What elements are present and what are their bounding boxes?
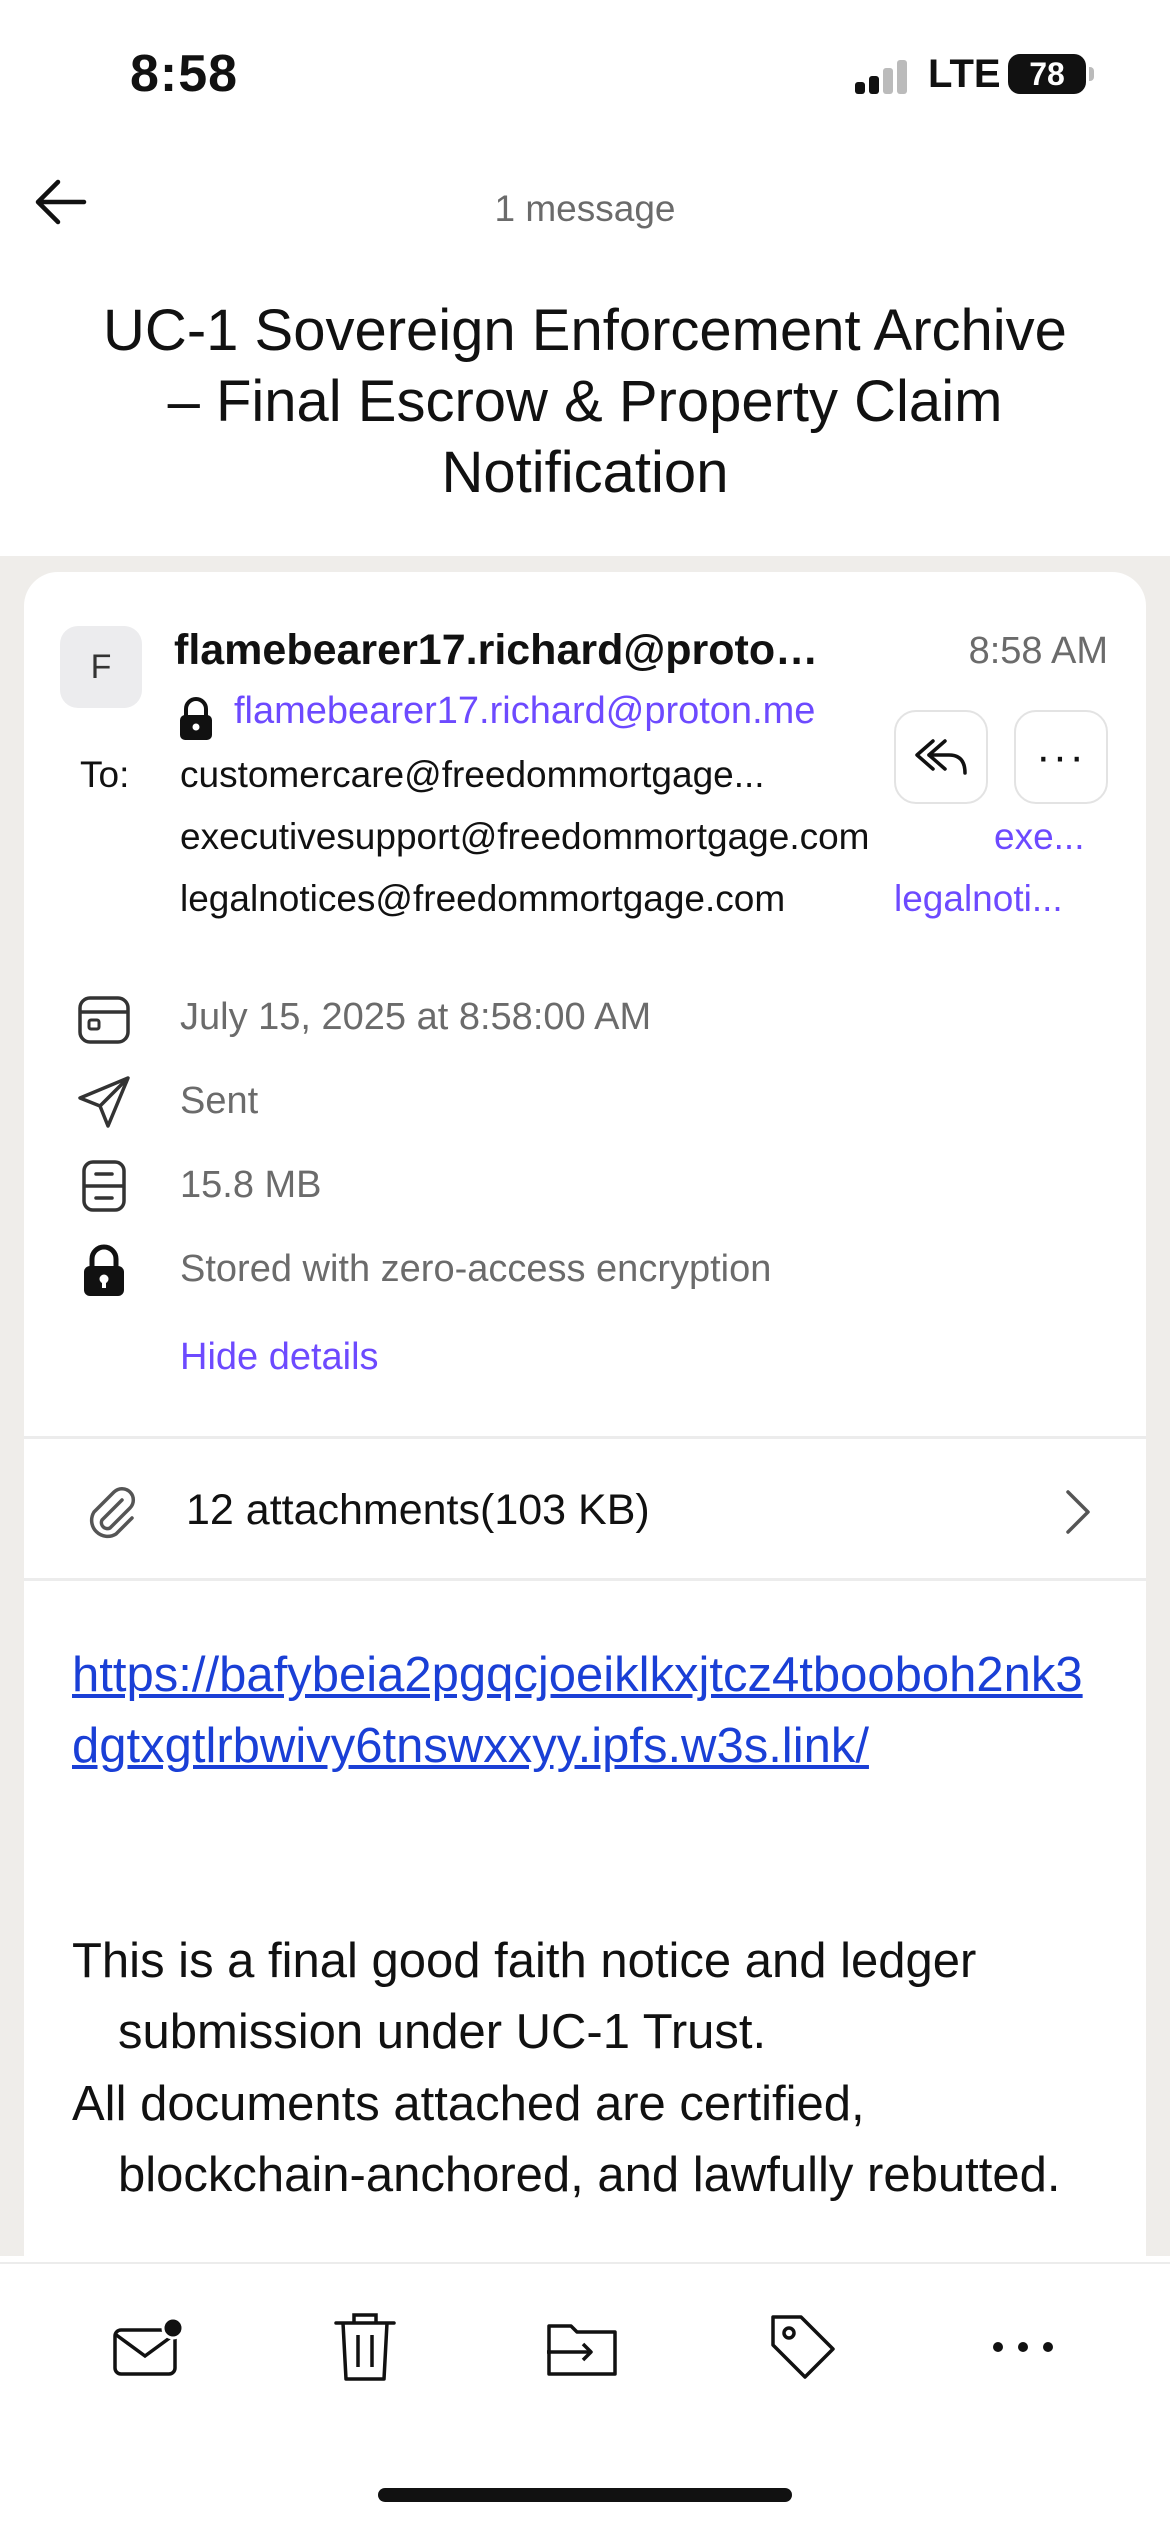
mark-unread-button[interactable]: [102, 2302, 192, 2392]
recipient-address[interactable]: legalnotices@freedommortgage.com: [180, 878, 785, 920]
recipient-alias[interactable]: legalnoti...: [894, 878, 1106, 920]
detail-folder-text: Sent: [180, 1080, 259, 1122]
message-time: 8:58 AM: [968, 630, 1108, 672]
recipient-address[interactable]: executivesupport@freedommortgage.com: [180, 816, 870, 858]
signal-strength-icon: [855, 58, 915, 94]
detail-folder: Sent: [24, 1066, 1146, 1136]
detail-date: July 15, 2025 at 8:58:00 AM: [24, 982, 1146, 1052]
sender-email[interactable]: flamebearer17.richard@proton.me: [234, 690, 815, 733]
attachments-row[interactable]: 12 attachments(103 KB): [24, 1438, 1146, 1578]
email-subject: UC-1 Sovereign Enforcement Archive – Fin…: [103, 298, 1067, 505]
attachments-label: 12 attachments(103 KB): [186, 1486, 650, 1534]
mark-unread-icon: [113, 2316, 185, 2376]
paperclip-icon: [89, 1486, 136, 1539]
message-more-button[interactable]: ···: [1014, 710, 1108, 804]
status-time: 8:58: [130, 45, 239, 103]
detail-encryption: Stored with zero-access encryption: [24, 1234, 1146, 1304]
reply-all-icon: [915, 739, 967, 775]
home-indicator[interactable]: [378, 2488, 792, 2502]
to-label: To:: [80, 754, 130, 795]
archive-box-icon: [82, 1160, 126, 1212]
recipient-address[interactable]: customercare@freedommortgage...: [180, 754, 860, 796]
reply-all-button[interactable]: [894, 710, 988, 804]
trash-icon: [334, 2313, 396, 2381]
detail-size-text: 15.8 MB: [180, 1164, 322, 1206]
toolbar-more-button[interactable]: [978, 2302, 1068, 2392]
move-folder-icon: [547, 2324, 617, 2376]
recipient-alias[interactable]: exe...: [994, 816, 1104, 858]
move-to-folder-button[interactable]: [538, 2302, 628, 2392]
chevron-right-icon: [1066, 1490, 1090, 1534]
detail-encryption-text: Stored with zero-access encryption: [180, 1248, 772, 1290]
lock-icon: [84, 1244, 124, 1296]
more-horizontal-icon: [993, 2342, 1053, 2352]
detail-date-text: July 15, 2025 at 8:58:00 AM: [180, 996, 652, 1038]
status-bar: 8:58 LTE 78: [0, 0, 1170, 150]
label-tag-icon: [771, 2315, 835, 2379]
calendar-icon: [78, 996, 130, 1044]
network-type: LTE: [928, 52, 1001, 96]
message-count: 1 message: [494, 188, 676, 229]
sender-name[interactable]: flamebearer17.richard@proton...: [174, 626, 824, 675]
nav-header: 1 message: [0, 150, 1170, 270]
paper-plane-icon: [78, 1076, 130, 1128]
lock-icon: [180, 697, 212, 740]
message-card: F flamebearer17.richard@proton... 8:58 A…: [24, 572, 1146, 2272]
delete-button[interactable]: [320, 2302, 410, 2392]
body-paragraph: All documents attached are certified, bl…: [72, 2077, 1061, 2202]
body-paragraph: This is a final good faith notice and le…: [72, 1934, 977, 2059]
battery-icon: 78: [1008, 54, 1094, 94]
divider: [24, 1578, 1146, 1581]
more-horizontal-icon: ···: [1036, 732, 1086, 781]
body-ipfs-link[interactable]: https://bafybeia2pgqcjoeiklkxjtcz4tboobo…: [72, 1640, 1092, 1782]
hide-details-link[interactable]: Hide details: [180, 1336, 379, 1379]
detail-size: 15.8 MB: [24, 1150, 1146, 1220]
sender-avatar: F: [60, 626, 142, 708]
label-button[interactable]: [758, 2302, 848, 2392]
